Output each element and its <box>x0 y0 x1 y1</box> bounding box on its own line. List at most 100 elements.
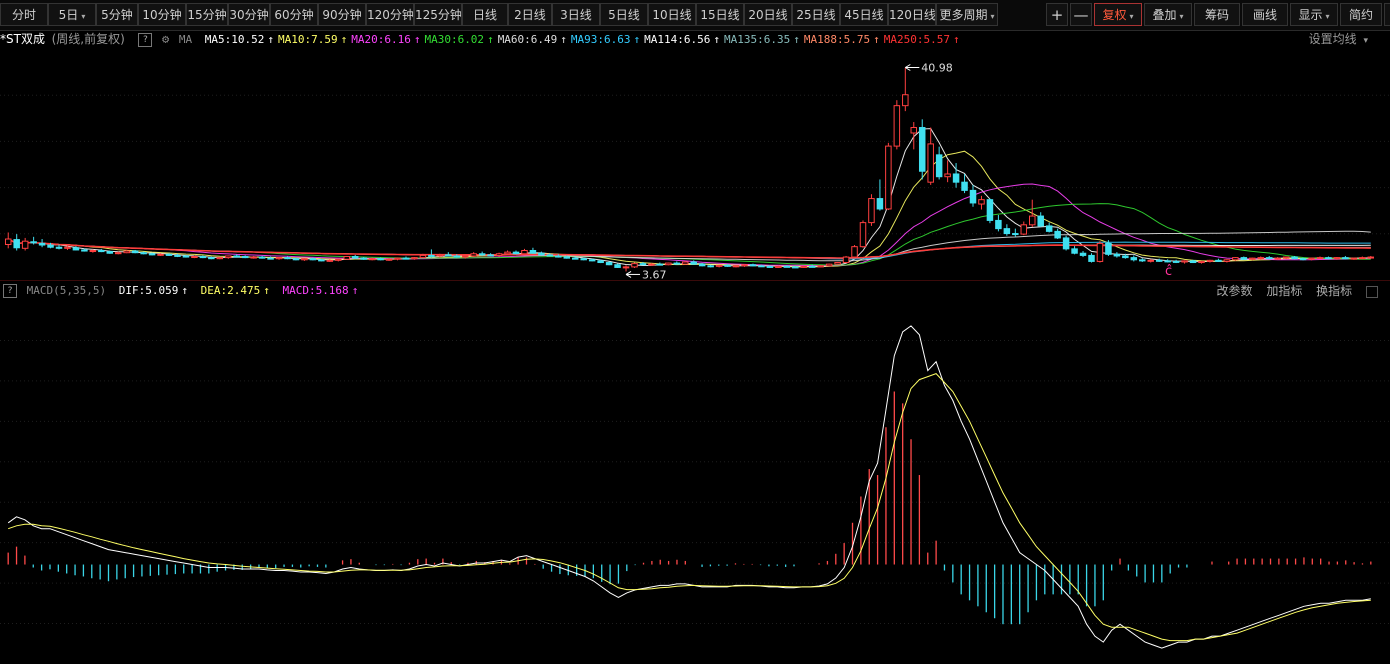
ma-legend-item[interactable]: MA60:6.49 ↑ <box>498 33 567 46</box>
candlestick-chart[interactable]: 40.98 3.67 ĉ <box>0 49 1390 280</box>
candle-body <box>1054 230 1061 239</box>
arrow-up-icon: ↑ <box>351 284 359 297</box>
adjust-button[interactable]: 复权 ▾ <box>1094 3 1142 26</box>
period-tab[interactable]: 15分钟 <box>186 3 228 26</box>
pane-divider[interactable] <box>0 280 1390 281</box>
period-tab[interactable]: 10日线 <box>648 3 696 26</box>
candle-body <box>1232 257 1239 261</box>
candle-body <box>842 256 850 264</box>
gear-icon[interactable]: ⚙ <box>162 32 169 46</box>
candle-body <box>978 199 985 205</box>
candle-body <box>614 264 621 268</box>
ma-legend-item[interactable]: MA250:5.57 ↑ <box>884 33 960 46</box>
arrow-up-icon: ↑ <box>340 33 348 46</box>
candle-body <box>478 253 486 256</box>
chevron-down-icon: ▾ <box>1129 12 1134 21</box>
ma-legend-item[interactable]: MA10:7.59 ↑ <box>278 33 347 46</box>
candle-body <box>1274 257 1281 260</box>
candle-body <box>1257 257 1265 260</box>
period-tab[interactable]: 3日线 <box>552 3 600 26</box>
help-icon[interactable]: ? <box>138 33 153 47</box>
ma-settings-button[interactable]: 设置均线 ▾ <box>1309 30 1368 51</box>
edit-params-button[interactable]: 改参数 <box>1216 284 1252 298</box>
candle-body <box>495 253 503 256</box>
ma-legend-bar: *ST双成 (周线,前复权) ? ⚙ MA MA5:10.52 ↑ MA10:7.5… <box>0 30 1390 49</box>
candle-body <box>571 257 579 260</box>
low-label: 3.67 <box>642 268 667 280</box>
candle-body <box>1215 259 1222 262</box>
period-tab[interactable]: 60分钟 <box>270 3 318 26</box>
period-tab[interactable]: 120分钟 <box>366 3 414 26</box>
candle-body <box>1198 260 1205 264</box>
candle-body <box>995 219 1002 230</box>
candle-body <box>284 257 291 260</box>
candle-body <box>106 251 114 254</box>
candle-body <box>487 254 494 257</box>
switch-indicator-button[interactable]: 换指标 <box>1316 284 1352 298</box>
candle-body <box>546 254 554 257</box>
chips-button[interactable]: 筹码 <box>1194 3 1240 26</box>
simple-button[interactable]: 简约 <box>1340 3 1382 26</box>
period-tab[interactable]: 45日线 <box>840 3 888 26</box>
ma-legend-item[interactable]: MA20:6.16 ↑ <box>351 33 420 46</box>
help-icon[interactable]: ? <box>3 284 17 298</box>
candle-body <box>174 254 181 257</box>
period-tab[interactable]: 5日 ▾ <box>48 3 96 26</box>
candle-body <box>335 258 342 261</box>
candle-body <box>131 250 139 254</box>
ma-legend-item[interactable]: MA188:5.75 ↑ <box>804 33 880 46</box>
period-tab[interactable]: 15日线 <box>696 3 744 26</box>
macd-chart[interactable] <box>0 300 1390 664</box>
arrow-up-icon: ↑ <box>263 284 270 297</box>
draw-button[interactable]: 画线 <box>1242 3 1288 26</box>
maximize-icon[interactable] <box>1366 285 1378 298</box>
ma-legend-item[interactable]: MA93:6.63 ↑ <box>571 33 640 46</box>
macd-label: MACD(5,35,5) <box>26 284 107 297</box>
ma-legend-item[interactable]: MA135:6.35 ↑ <box>724 33 800 46</box>
zoom-in-button[interactable]: + <box>1046 3 1068 26</box>
candle-body <box>741 264 748 267</box>
candle-body <box>952 173 960 183</box>
candle-body <box>961 181 968 191</box>
candle-body <box>521 249 528 255</box>
candle-body <box>927 143 934 183</box>
arrow-up-icon: ↑ <box>713 33 721 46</box>
period-tab[interactable]: 2日线 <box>508 3 552 26</box>
ma-legend-item[interactable]: MA114:6.56 ↑ <box>644 33 720 46</box>
period-tab[interactable]: 20日线 <box>744 3 792 26</box>
ma-line <box>7 183 1371 267</box>
candle-body <box>98 249 105 253</box>
candle-body <box>1045 225 1053 232</box>
candle-body <box>724 264 731 267</box>
zoom-out-button[interactable]: — <box>1070 3 1092 26</box>
stock-name[interactable]: *ST双成 <box>0 32 45 46</box>
period-tab[interactable]: 25日线 <box>792 3 840 26</box>
candle-body <box>656 263 664 266</box>
candle-body <box>597 260 604 264</box>
period-tab[interactable]: 5分钟 <box>96 3 138 26</box>
period-tab[interactable]: 125分钟 <box>414 3 462 26</box>
ma-legend-text: MA30:6.02 <box>424 33 485 46</box>
period-tab[interactable]: 分时 <box>0 3 48 26</box>
hide-button[interactable]: 隐 <box>1384 3 1390 26</box>
display-button-label: 显示 <box>1298 8 1323 22</box>
ma-legend-text: MA188:5.75 <box>803 33 871 46</box>
period-tab[interactable]: 更多周期 ▾ <box>936 3 998 26</box>
display-button[interactable]: 显示 ▾ <box>1290 3 1338 26</box>
ma-legend-item[interactable]: MA30:6.02 ↑ <box>424 33 493 46</box>
add-indicator-button[interactable]: 加指标 <box>1266 284 1302 298</box>
period-tab[interactable]: 120日线 <box>888 3 936 26</box>
overlay-button[interactable]: 叠加 ▾ <box>1144 3 1192 26</box>
period-tab[interactable]: 日线 <box>462 3 508 26</box>
ma-legend-text: MA135:6.35 <box>724 33 791 46</box>
candle-body <box>241 256 249 259</box>
ma-legend-item[interactable]: MA5:10.52 ↑ <box>205 33 274 46</box>
period-tab[interactable]: 10分钟 <box>138 3 186 26</box>
period-tab[interactable]: 90分钟 <box>318 3 366 26</box>
candle-body <box>1012 233 1019 236</box>
period-tab[interactable]: 5日线 <box>600 3 648 26</box>
candle-body <box>588 259 596 262</box>
period-tab[interactable]: 30分钟 <box>228 3 270 26</box>
candle-body <box>698 263 706 267</box>
ma-legend-text: MA93:6.63 <box>570 33 631 46</box>
